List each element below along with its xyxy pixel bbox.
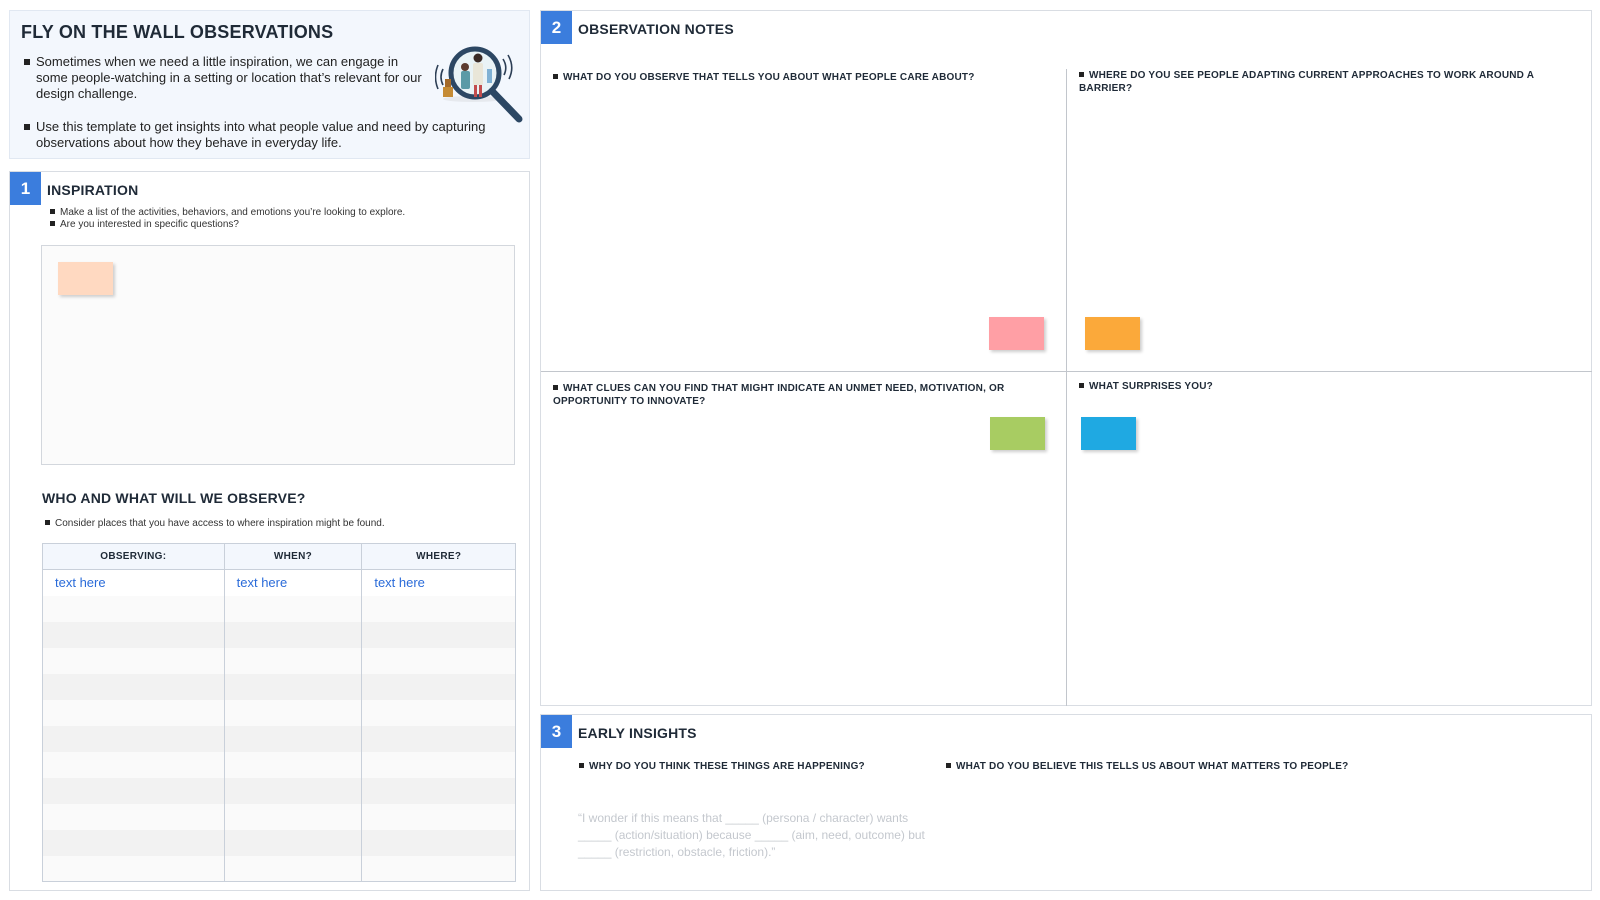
who-what-bullet: Consider places that you have access to …: [45, 518, 385, 530]
table-cell[interactable]: [223, 829, 363, 856]
table-cell[interactable]: [361, 725, 516, 752]
table-cell[interactable]: [361, 855, 516, 882]
section-title: EARLY INSIGHTS: [578, 725, 697, 741]
quadrant-question-adapting: WHERE DO YOU SEE PEOPLE ADAPTING CURRENT…: [1079, 70, 1534, 94]
page-title: FLY ON THE WALL OBSERVATIONS: [21, 22, 334, 42]
table-cell[interactable]: [223, 699, 363, 726]
table-cell[interactable]: [223, 621, 363, 648]
table-cell[interactable]: [42, 725, 225, 752]
table-row: [42, 751, 516, 778]
bullet-square-icon: [553, 73, 558, 79]
sticky-note-blue[interactable]: [1081, 417, 1136, 450]
table-row: [42, 699, 516, 726]
intro-bullet: Sometimes when we need a little inspirat…: [24, 54, 424, 102]
table-cell[interactable]: [42, 673, 225, 700]
table-cell[interactable]: [361, 595, 516, 622]
table-row: [42, 647, 516, 674]
table-cell[interactable]: [361, 751, 516, 778]
table-row: [42, 621, 516, 648]
quadrant-question-care: WHAT DO YOU OBSERVE THAT TELLS YOU ABOUT…: [553, 71, 1053, 84]
table-row: [42, 855, 516, 882]
sticky-note-pink[interactable]: [989, 317, 1044, 350]
bullet-square-icon: [579, 762, 584, 768]
table-cell[interactable]: [361, 647, 516, 674]
table-cell[interactable]: [223, 595, 363, 622]
table-cell[interactable]: [42, 777, 225, 804]
sticky-note-orange[interactable]: [1085, 317, 1140, 350]
table-row: [42, 673, 516, 700]
table-cell[interactable]: text here: [361, 569, 516, 596]
sticky-note-green[interactable]: [990, 417, 1045, 450]
table-cell[interactable]: [223, 647, 363, 674]
table-cell[interactable]: [361, 803, 516, 830]
table-row: [42, 725, 516, 752]
magnifying-glass-people-icon: [435, 46, 523, 123]
table-cell[interactable]: [42, 621, 225, 648]
section-number-badge: 3: [541, 715, 572, 748]
table-cell[interactable]: [361, 621, 516, 648]
table-cell[interactable]: [223, 803, 363, 830]
inspiration-section: 1 INSPIRATION Make a list of the activit…: [9, 171, 530, 891]
quadrant-divider-vertical: [1066, 69, 1067, 706]
table-cell[interactable]: [223, 777, 363, 804]
table-cell[interactable]: [42, 829, 225, 856]
bullet-square-icon: [24, 124, 30, 130]
who-what-title: WHO AND WHAT WILL WE OBSERVE?: [42, 490, 306, 506]
bullet-square-icon: [50, 220, 55, 226]
table-cell[interactable]: [42, 751, 225, 778]
table-cell[interactable]: [361, 777, 516, 804]
inspiration-bullet: Are you interested in specific questions…: [50, 219, 239, 231]
intro-bullet: Use this template to get insights into w…: [24, 119, 494, 151]
quadrant-divider-horizontal: [541, 371, 1592, 372]
table-row: [42, 803, 516, 830]
observation-notes-section: 2 OBSERVATION NOTES WHAT DO YOU OBSERVE …: [540, 10, 1592, 706]
table-cell[interactable]: [42, 699, 225, 726]
quadrant-question-surprises: WHAT SURPRISES YOU?: [1079, 380, 1569, 393]
intro-card: FLY ON THE WALL OBSERVATIONS Sometimes w…: [9, 10, 530, 159]
section-title: OBSERVATION NOTES: [578, 21, 734, 37]
table-cell[interactable]: [42, 803, 225, 830]
quadrant-question-clues: WHAT CLUES CAN YOU FIND THAT MIGHT INDIC…: [553, 383, 1005, 407]
section-title: INSPIRATION: [47, 182, 139, 198]
bullet-square-icon: [946, 762, 951, 768]
inspiration-canvas[interactable]: [41, 245, 515, 465]
table-cell[interactable]: [223, 751, 363, 778]
table-cell[interactable]: [223, 673, 363, 700]
table-cell[interactable]: [223, 855, 363, 882]
section-number-badge: 2: [541, 11, 572, 44]
table-cell[interactable]: [42, 595, 225, 622]
bullet-square-icon: [553, 384, 558, 390]
bullet-square-icon: [50, 208, 55, 214]
column-header-observing: OBSERVING:: [42, 543, 225, 570]
bullet-square-icon: [1079, 382, 1084, 388]
table-cell[interactable]: [42, 855, 225, 882]
section-number-badge: 1: [10, 172, 41, 205]
table-cell[interactable]: [361, 673, 516, 700]
table-cell[interactable]: [223, 725, 363, 752]
table-cell[interactable]: [361, 699, 516, 726]
table-cell[interactable]: [42, 647, 225, 674]
column-header-where: WHERE?: [361, 543, 516, 570]
table-cell[interactable]: [361, 829, 516, 856]
bullet-square-icon: [1079, 71, 1084, 77]
bullet-square-icon: [24, 59, 30, 65]
insight-question-why: WHY DO YOU THINK THESE THINGS ARE HAPPEN…: [579, 760, 939, 773]
insight-prompt-placeholder[interactable]: “I wonder if this means that _____ (pers…: [578, 810, 938, 861]
table-cell[interactable]: text here: [42, 569, 225, 596]
table-cell[interactable]: text here: [223, 569, 363, 596]
insight-question-matters: WHAT DO YOU BELIEVE THIS TELLS US ABOUT …: [946, 760, 1546, 773]
observation-table: OBSERVING: WHEN? WHERE? text here text h…: [42, 543, 516, 882]
inspiration-bullet: Make a list of the activities, behaviors…: [50, 207, 405, 219]
table-row: text here text here text here: [42, 569, 516, 596]
column-header-when: WHEN?: [223, 543, 363, 570]
early-insights-section: 3 EARLY INSIGHTS WHY DO YOU THINK THESE …: [540, 714, 1592, 891]
sticky-note-peach[interactable]: [58, 262, 113, 295]
table-row: [42, 829, 516, 856]
bullet-square-icon: [45, 519, 50, 525]
table-row: [42, 595, 516, 622]
table-row: [42, 777, 516, 804]
